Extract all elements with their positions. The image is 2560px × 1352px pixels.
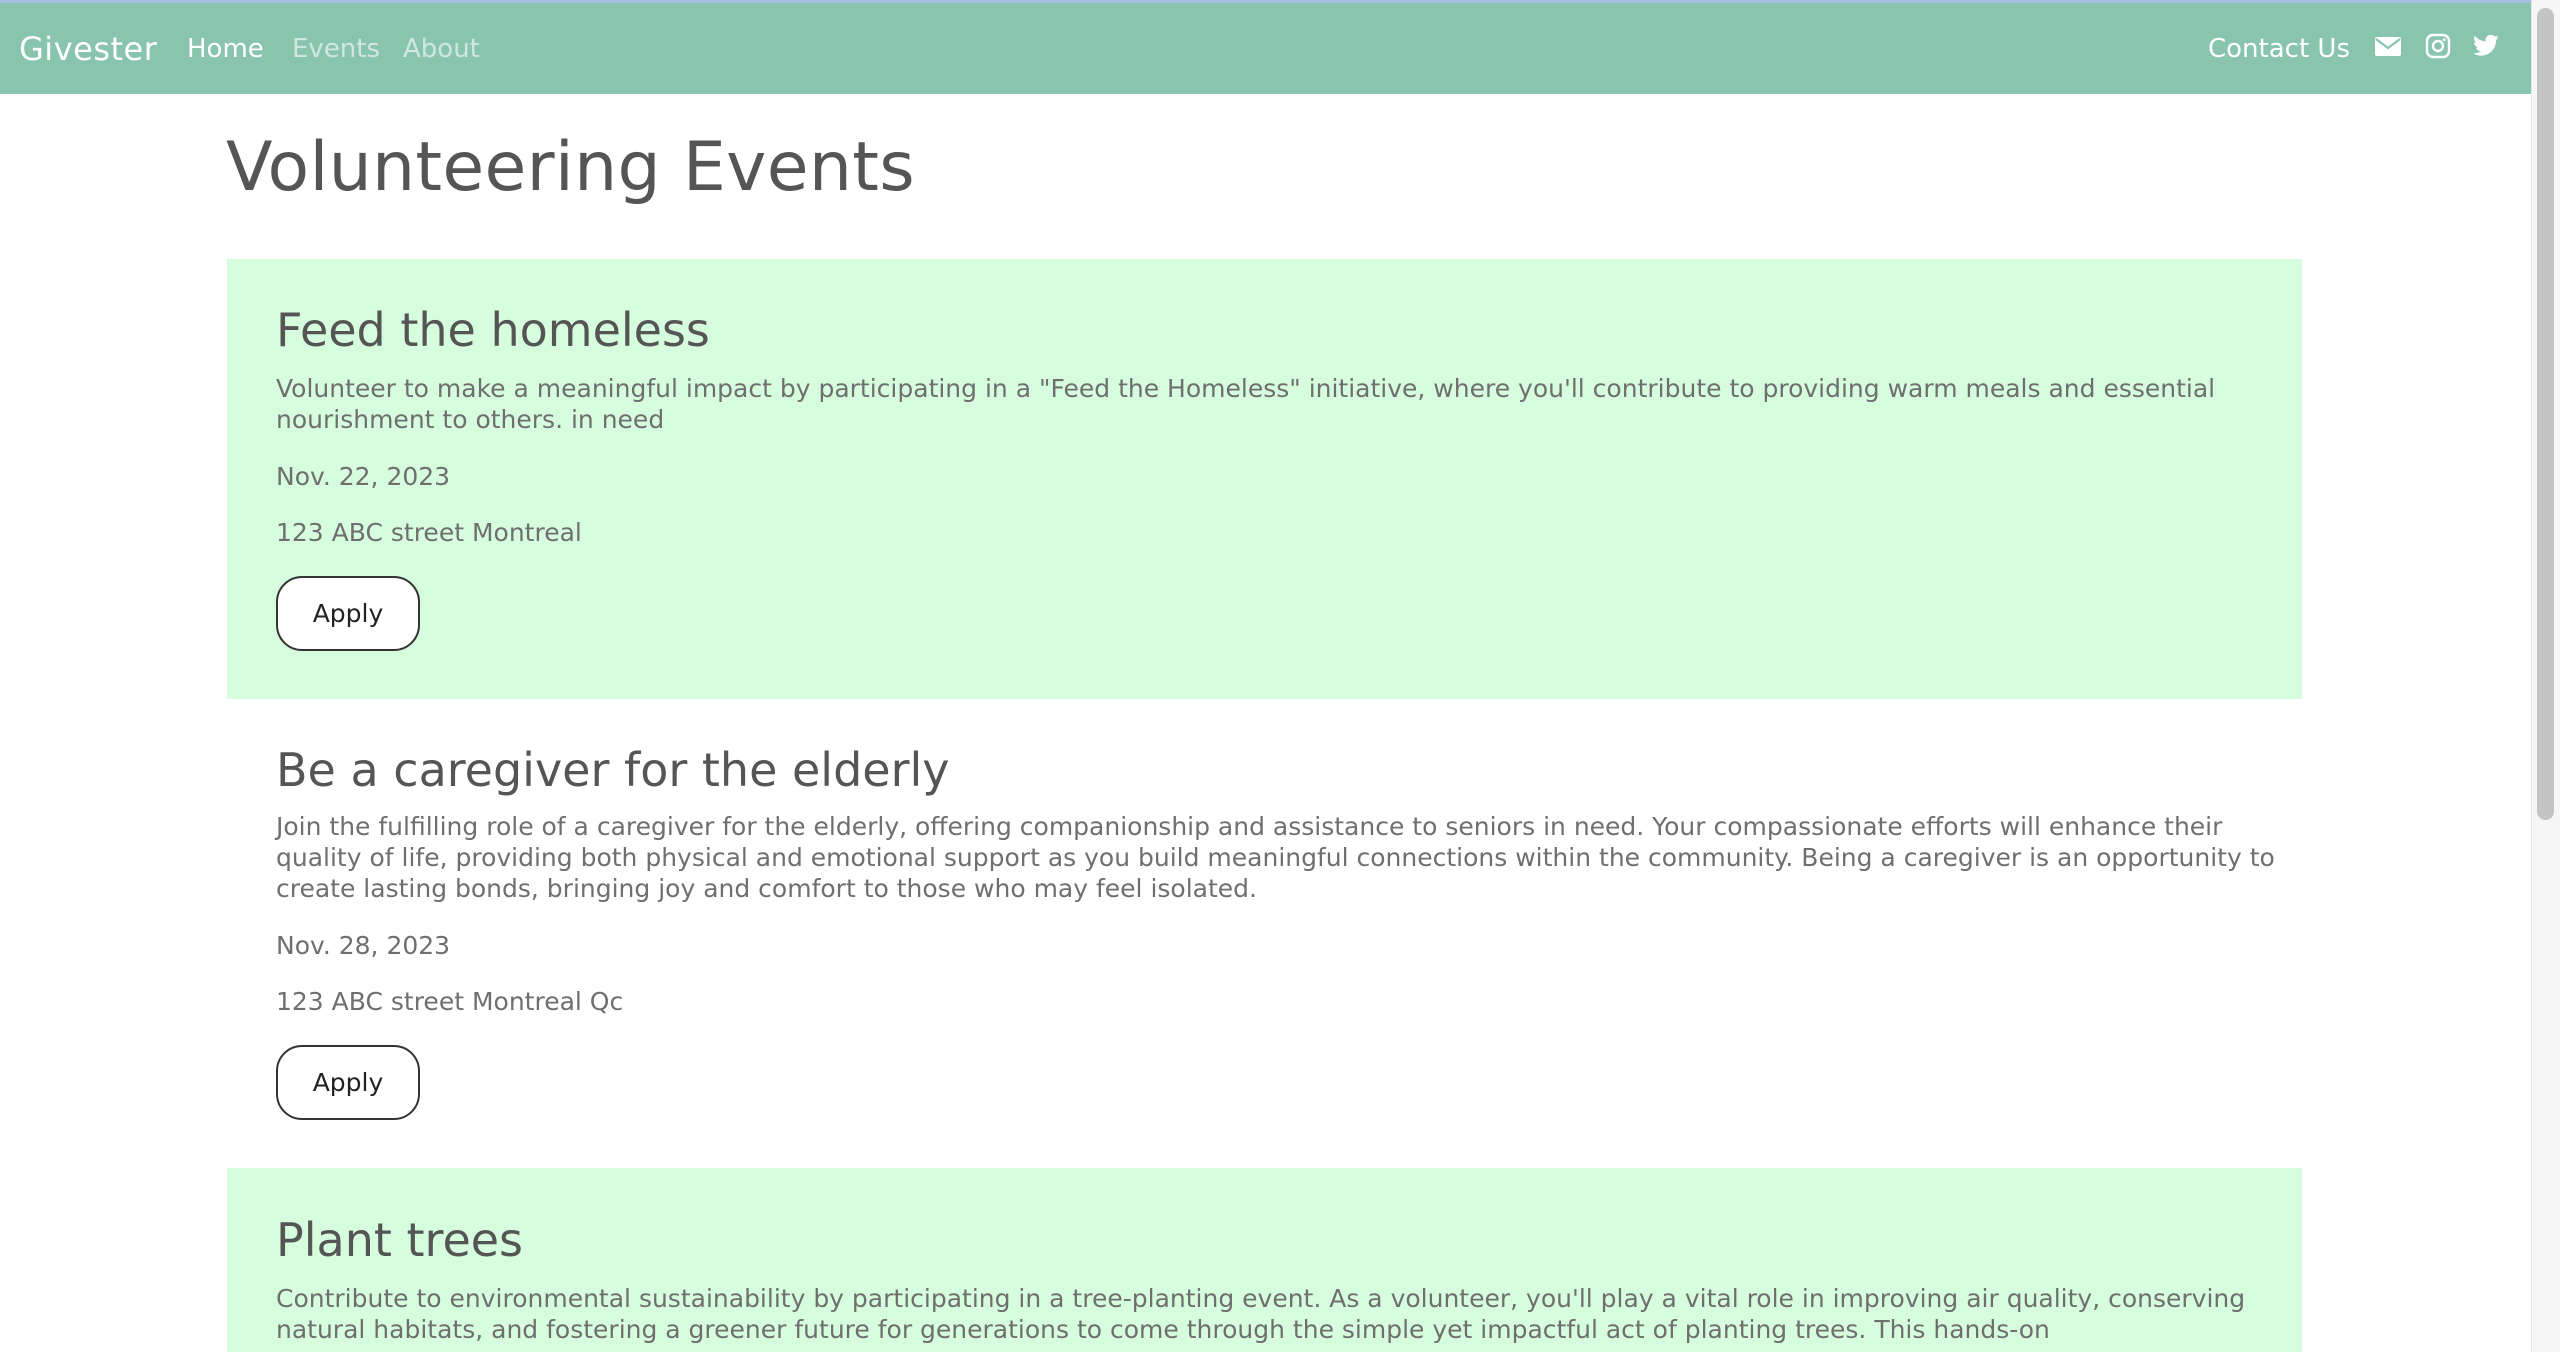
instagram-icon[interactable] bbox=[2424, 32, 2452, 60]
event-card: Feed the homeless Volunteer to make a me… bbox=[227, 259, 2302, 699]
apply-button[interactable]: Apply bbox=[276, 1045, 420, 1120]
event-title: Plant trees bbox=[276, 1213, 524, 1267]
event-title: Be a caregiver for the elderly bbox=[276, 743, 950, 797]
nav-home-link[interactable]: Home bbox=[187, 34, 264, 64]
mail-icon[interactable] bbox=[2374, 32, 2402, 60]
event-location: 123 ABC street Montreal bbox=[276, 518, 582, 547]
twitter-icon[interactable] bbox=[2472, 32, 2500, 60]
event-date: Nov. 22, 2023 bbox=[276, 462, 451, 491]
event-card: Be a caregiver for the elderly Join the … bbox=[227, 699, 2302, 1169]
page-title: Volunteering Events bbox=[226, 128, 915, 207]
event-date: Nov. 28, 2023 bbox=[276, 931, 451, 960]
contact-us-link[interactable]: Contact Us bbox=[2208, 34, 2350, 64]
event-description: Volunteer to make a meaningful impact by… bbox=[276, 374, 2216, 434]
event-title: Feed the homeless bbox=[276, 303, 710, 357]
event-description: Contribute to environmental sustainabili… bbox=[276, 1284, 2246, 1344]
event-location: 123 ABC street Montreal Qc bbox=[276, 987, 624, 1016]
page: Givester Home Events About Contact Us Vo… bbox=[0, 0, 2560, 1352]
scrollbar-thumb[interactable] bbox=[2537, 8, 2554, 820]
nav-about-link[interactable]: About bbox=[403, 34, 480, 64]
event-card: Plant trees Contribute to environmental … bbox=[227, 1168, 2302, 1352]
apply-button[interactable]: Apply bbox=[276, 576, 420, 651]
nav-events-link[interactable]: Events bbox=[292, 34, 380, 64]
top-navbar: Givester Home Events About Contact Us bbox=[0, 0, 2531, 94]
brand-logo[interactable]: Givester bbox=[19, 30, 157, 68]
event-description: Join the fulfilling role of a caregiver … bbox=[276, 812, 2275, 903]
